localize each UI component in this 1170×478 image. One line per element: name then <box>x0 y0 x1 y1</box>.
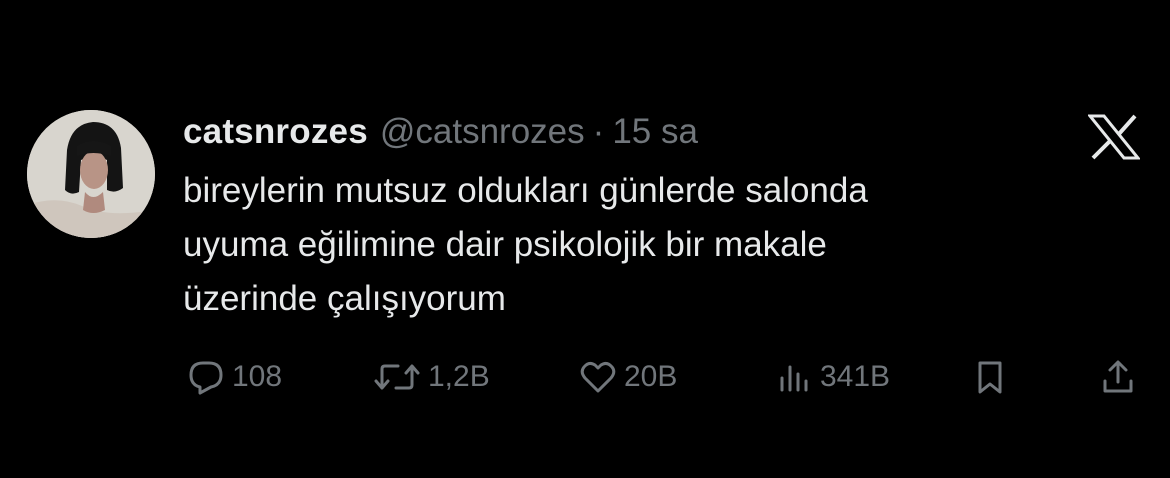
tweet-text-line: üzerinde çalışıyorum <box>183 279 506 318</box>
repost-icon <box>374 364 420 390</box>
share-icon <box>1103 360 1133 393</box>
bookmark-icon <box>978 361 1002 394</box>
reply-icon <box>189 361 223 395</box>
tweet-header: catsnrozes @catsnrozes · 15 sa <box>183 108 698 156</box>
separator-dot: · <box>592 112 605 151</box>
tweet-text-line: uyuma eğilimine dair psikolojik bir maka… <box>183 225 827 264</box>
display-name[interactable]: catsnrozes <box>183 108 368 156</box>
avatar-photo-icon <box>27 110 155 238</box>
tweet-text-line: bireylerin mutsuz oldukları günlerde sal… <box>183 171 868 210</box>
timestamp[interactable]: 15 sa <box>612 108 698 156</box>
repost-count: 1,2B <box>428 360 490 393</box>
user-handle[interactable]: @catsnrozes <box>380 108 585 156</box>
heart-icon <box>580 361 616 393</box>
like-button[interactable]: 20B <box>578 352 677 402</box>
tweet-text: bireylerin mutsuz oldukları günlerde sal… <box>183 164 1083 326</box>
views-button[interactable]: 341B <box>774 352 890 402</box>
views-icon <box>780 365 808 392</box>
repost-button[interactable]: 1,2B <box>372 352 490 402</box>
avatar[interactable] <box>27 110 155 238</box>
like-count: 20B <box>624 360 678 393</box>
reply-count: 108 <box>232 360 283 393</box>
action-bar: 108 1,2B 20B 341B <box>0 352 1170 402</box>
bookmark-button[interactable] <box>970 352 1010 402</box>
share-button[interactable] <box>1098 352 1138 402</box>
x-logo-icon[interactable] <box>1086 114 1142 160</box>
reply-button[interactable]: 108 <box>186 352 282 402</box>
views-count: 341B <box>820 360 891 393</box>
tweet-card: catsnrozes @catsnrozes · 15 sa bireyleri… <box>0 0 1170 478</box>
